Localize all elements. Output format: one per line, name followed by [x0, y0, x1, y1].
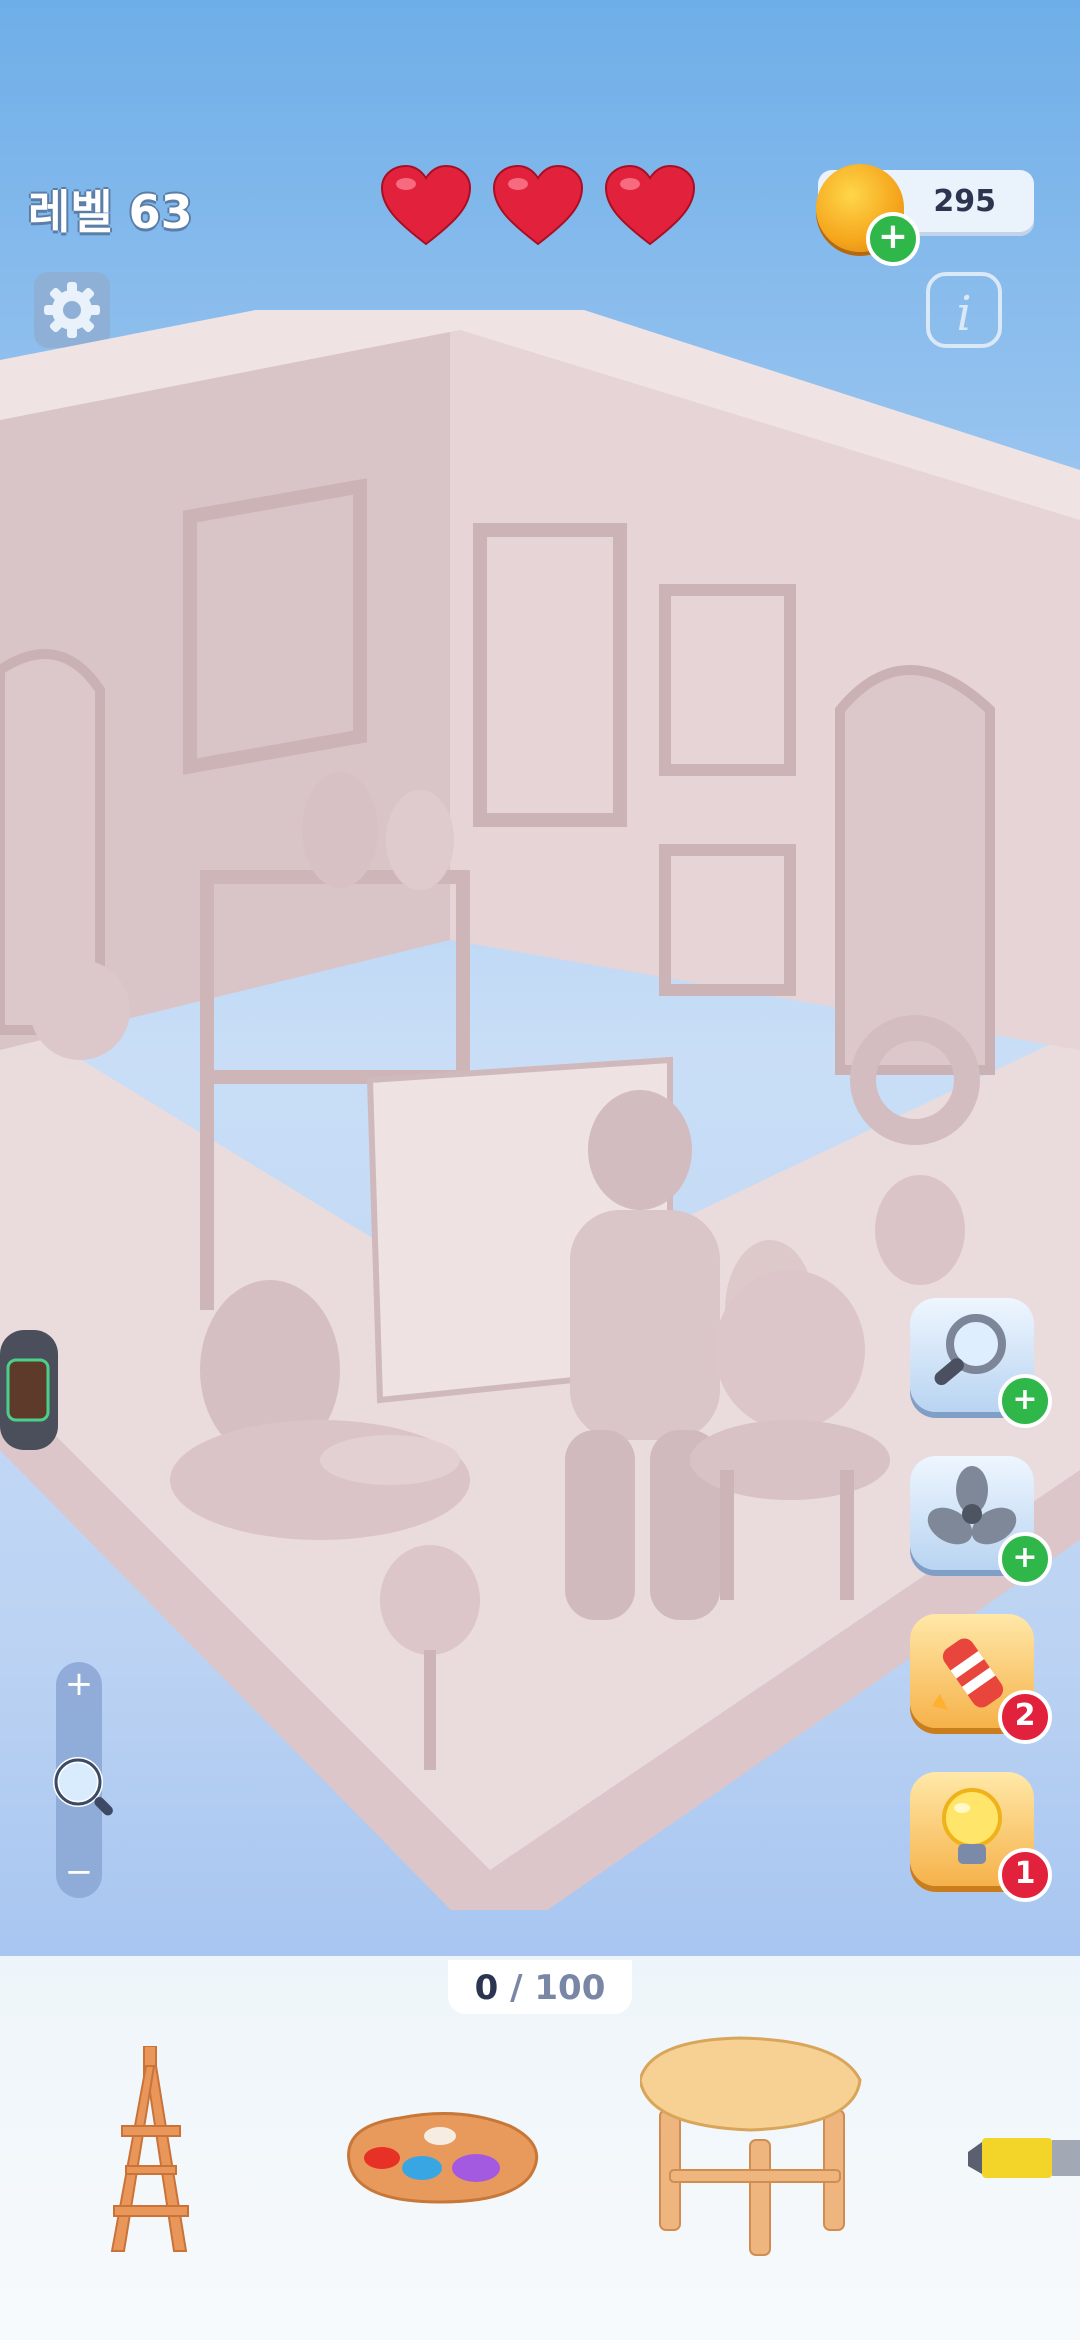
level-label: 레벨 63: [28, 185, 193, 239]
add-coins-button[interactable]: +: [866, 212, 920, 266]
found-counter: 0 / 100: [448, 1960, 632, 2014]
lives-hearts: [380, 164, 696, 246]
magnifier-booster-button[interactable]: +: [910, 1298, 1052, 1428]
hint-bulb-button[interactable]: 1: [910, 1772, 1052, 1902]
stool-target-item[interactable]: [640, 2030, 864, 2260]
count-badge: 2: [998, 1690, 1052, 1744]
total-count: 100: [534, 1968, 606, 2008]
paint-tube-target-item[interactable]: [968, 2128, 1080, 2188]
zoom-out-button[interactable]: −: [56, 1852, 102, 1892]
counter-separator: /: [510, 1968, 523, 2008]
easel-target-item[interactable]: [96, 2046, 206, 2256]
magnifier-icon[interactable]: [46, 1750, 120, 1824]
add-badge: +: [998, 1374, 1052, 1428]
palette-target-item[interactable]: [340, 2106, 544, 2208]
fan-booster-button[interactable]: +: [910, 1456, 1052, 1586]
heart-icon: [492, 164, 584, 246]
rocket-booster-button[interactable]: 2: [910, 1614, 1052, 1744]
heart-icon: [604, 164, 696, 246]
heart-icon: [380, 164, 472, 246]
coin-amount: 295: [933, 184, 996, 219]
zoom-in-button[interactable]: +: [56, 1664, 102, 1704]
count-badge: 1: [998, 1848, 1052, 1902]
add-badge: +: [998, 1532, 1052, 1586]
found-count: 0: [474, 1968, 499, 2008]
